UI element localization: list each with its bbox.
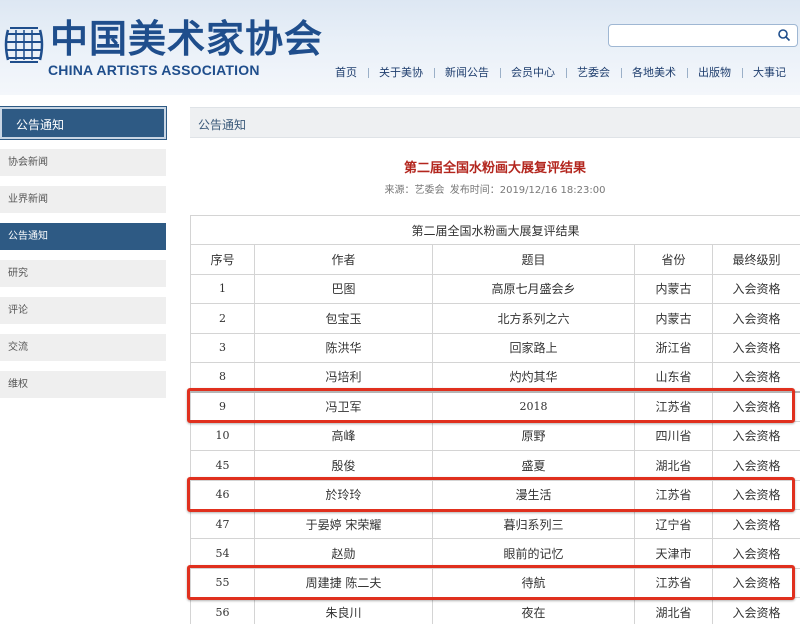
article-publish-time: 发布时间：2019/12/16 18:23:00 xyxy=(449,185,606,196)
sidebar-item-reviews[interactable]: 评论 xyxy=(0,297,166,324)
nav-events[interactable]: 大事记 xyxy=(742,63,797,83)
cell-index: 10 xyxy=(190,420,255,452)
header-title: 题目 xyxy=(432,244,635,275)
table-row: 54 赵勋 眼前的记忆 天津市 入会资格 xyxy=(190,538,800,569)
cell-author: 高峰 xyxy=(254,420,433,452)
nav-committee[interactable]: 艺委会 xyxy=(566,63,621,83)
section-header: 公告通知 xyxy=(190,107,800,138)
header-author: 作者 xyxy=(254,244,433,275)
sidebar: 公告通知 协会新闻 业界新闻 公告通知 研究 评论 交流 维权 xyxy=(0,106,167,398)
search-icon[interactable] xyxy=(777,28,791,42)
sidebar-item-exchange[interactable]: 交流 xyxy=(0,334,166,361)
cell-province: 湖北省 xyxy=(634,450,713,481)
nav-publications[interactable]: 出版物 xyxy=(687,63,742,83)
cell-index: 54 xyxy=(190,538,255,569)
site-header: 中国美术家协会 CHINA ARTISTS ASSOCIATION 首页 关于美… xyxy=(0,0,800,95)
cell-title: 原野 xyxy=(432,420,635,452)
cell-title: 盛夏 xyxy=(432,450,635,481)
table-row: 45 殷俊 盛夏 湖北省 入会资格 xyxy=(190,450,800,481)
cell-index: 1 xyxy=(190,273,255,305)
table-row: 56 朱良川 夜在 湖北省 入会资格 xyxy=(190,597,800,624)
cell-title: 暮归系列三 xyxy=(432,508,635,540)
cell-level: 入会资格 xyxy=(711,597,800,624)
cell-index: 2 xyxy=(190,303,255,334)
cell-province: 浙江省 xyxy=(634,332,713,363)
table-row: 10 高峰 原野 四川省 入会资格 xyxy=(190,420,800,452)
cell-author: 巴图 xyxy=(254,273,433,305)
article-meta: 来源：艺委会 发布时间：2019/12/16 18:23:00 xyxy=(190,181,800,196)
cell-title: 夜在 xyxy=(432,597,635,624)
sidebar-item-industry-news[interactable]: 业界新闻 xyxy=(0,186,166,213)
cell-province: 内蒙古 xyxy=(634,273,713,305)
cell-author: 包宝玉 xyxy=(254,303,433,334)
highlight-box xyxy=(187,388,795,423)
cell-index: 56 xyxy=(190,597,255,624)
cell-author: 朱良川 xyxy=(254,597,433,624)
table-caption: 第二届全国水粉画大展复评结果 xyxy=(189,214,800,246)
sidebar-header: 公告通知 xyxy=(0,106,167,140)
cell-province: 湖北省 xyxy=(634,597,713,624)
table-header-row: 序号 作者 题目 省份 最终级别 xyxy=(190,244,800,275)
cell-level: 入会资格 xyxy=(711,420,800,452)
logo-chinese-title[interactable]: 中国美术家协会 xyxy=(50,16,323,62)
cell-title: 回家路上 xyxy=(432,332,635,363)
highlight-box xyxy=(187,477,795,512)
logo-english-title[interactable]: CHINA ARTISTS ASSOCIATION xyxy=(48,62,260,78)
table-row: 47 于晏婷 宋荣耀 暮归系列三 辽宁省 入会资格 xyxy=(190,508,800,540)
nav-regional[interactable]: 各地美术 xyxy=(621,63,687,83)
nav-home[interactable]: 首页 xyxy=(324,63,368,83)
sidebar-item-research[interactable]: 研究 xyxy=(0,260,166,287)
header-province: 省份 xyxy=(634,244,713,275)
nav-about[interactable]: 关于美协 xyxy=(368,63,434,83)
main-nav: 首页 关于美协 新闻公告 会员中心 艺委会 各地美术 出版物 大事记 xyxy=(324,63,797,83)
logo-emblem-icon xyxy=(4,27,44,63)
cell-title: 高原七月盛会乡 xyxy=(432,273,635,305)
table-caption-row: 第二届全国水粉画大展复评结果 xyxy=(189,214,800,246)
sidebar-title: 公告通知 xyxy=(16,118,65,132)
cell-level: 入会资格 xyxy=(711,508,800,540)
nav-news[interactable]: 新闻公告 xyxy=(434,63,500,83)
cell-author: 陈洪华 xyxy=(254,332,433,363)
sidebar-item-association-news[interactable]: 协会新闻 xyxy=(0,149,166,176)
nav-members[interactable]: 会员中心 xyxy=(500,63,566,83)
cell-level: 入会资格 xyxy=(711,273,800,305)
cell-author: 殷俊 xyxy=(254,450,433,481)
cell-level: 入会资格 xyxy=(711,538,800,569)
cell-index: 47 xyxy=(190,508,255,540)
cell-title: 眼前的记忆 xyxy=(432,538,635,569)
sidebar-item-rights[interactable]: 维权 xyxy=(0,371,166,398)
section-title: 公告通知 xyxy=(198,118,247,132)
cell-province: 辽宁省 xyxy=(634,508,713,540)
cell-author: 赵勋 xyxy=(254,538,433,569)
cell-level: 入会资格 xyxy=(711,450,800,481)
cell-title: 北方系列之六 xyxy=(432,303,635,334)
table-row: 1 巴图 高原七月盛会乡 内蒙古 入会资格 xyxy=(190,273,800,305)
article-source: 来源：艺委会 xyxy=(384,185,445,196)
table-row: 3 陈洪华 回家路上 浙江省 入会资格 xyxy=(190,332,800,363)
header-index: 序号 xyxy=(190,244,255,275)
cell-province: 内蒙古 xyxy=(634,303,713,334)
cell-level: 入会资格 xyxy=(711,332,800,363)
sidebar-item-announcements[interactable]: 公告通知 xyxy=(0,223,166,250)
cell-province: 天津市 xyxy=(634,538,713,569)
table-row: 2 包宝玉 北方系列之六 内蒙古 入会资格 xyxy=(190,303,800,334)
cell-level: 入会资格 xyxy=(711,303,800,334)
cell-index: 3 xyxy=(190,332,255,363)
cell-province: 四川省 xyxy=(634,420,713,452)
search-input[interactable] xyxy=(608,24,798,47)
highlight-box xyxy=(187,565,795,600)
cell-author: 于晏婷 宋荣耀 xyxy=(254,508,433,540)
header-level: 最终级别 xyxy=(711,244,800,275)
cell-index: 45 xyxy=(190,450,255,481)
article-title: 第二届全国水粉画大展复评结果 xyxy=(403,161,586,176)
